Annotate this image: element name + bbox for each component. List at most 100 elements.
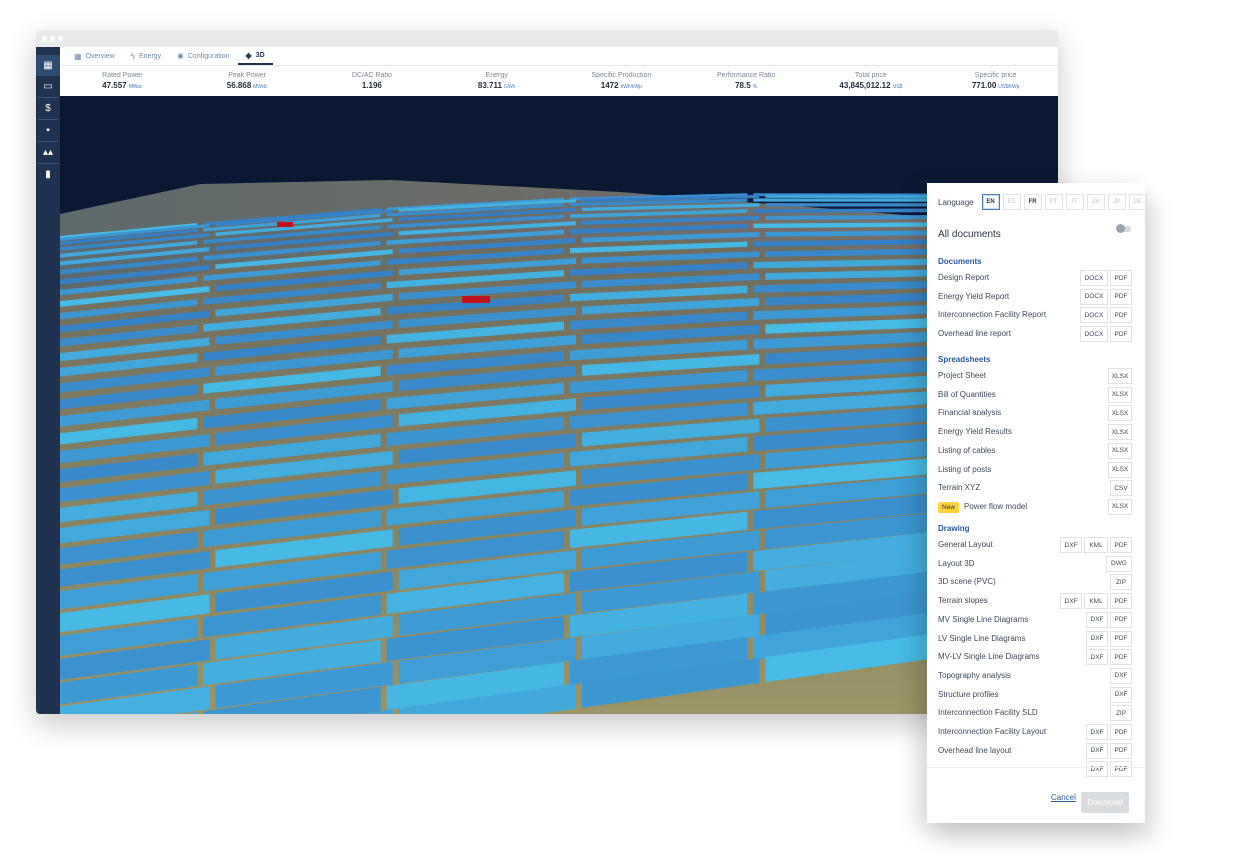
format-button-docx[interactable]: DOCX [1080,307,1108,324]
sidebar-briefcase-icon[interactable]: ▪ [36,120,60,141]
document-row: Interconnection Facility Layout [938,727,1046,736]
format-button-pdf[interactable]: PDF [1110,288,1132,305]
document-name: Listing of posts [938,464,992,474]
document-name: Listing of cables [938,445,996,455]
format-button-pdf[interactable]: PDF [1110,761,1132,778]
metric-label: Energy [485,72,508,79]
format-button-dxf[interactable]: DXF [1086,742,1108,759]
toggle-knob [1116,224,1125,233]
language-option-fr[interactable]: FR [1023,194,1042,210]
language-option-pt[interactable]: PT [1044,194,1063,210]
cube-icon: ◈ [245,50,252,60]
document-row: Listing of posts [938,465,991,474]
tab-configuration[interactable]: ✺ Configuration [169,47,237,65]
pv-plant-3d-scene[interactable] [60,96,1058,714]
sidebar-users-icon[interactable]: ▴▴ [36,142,60,163]
tab-3d[interactable]: ◈ 3D [237,47,273,65]
sidebar-dollar-icon[interactable]: $ [36,98,60,119]
format-button-xlsx[interactable]: XLSX [1108,442,1132,459]
language-option-it[interactable]: IT [1065,194,1084,210]
document-name: MV Single Line Diagrams [938,614,1029,624]
all-documents-toggle[interactable] [1116,224,1131,233]
format-button-kml[interactable]: KML [1084,537,1108,553]
3d-viewport[interactable] [60,96,1058,714]
metric-value: 1472 [600,81,619,90]
language-option-de[interactable]: DE [1128,194,1147,210]
language-option-en[interactable]: EN [981,194,1000,210]
document-row: LV Single Line Diagrams [938,634,1025,643]
format-button-dxf[interactable]: DXF [1086,649,1108,666]
metric-specific-price: Specific price 771.00 US$/kWp [933,66,1058,96]
metric-label: Peak Power [228,72,266,79]
format-button-dxf[interactable]: DXF [1110,667,1132,684]
document-name: Structure profiles [938,689,999,699]
language-option-zh[interactable]: ZH [1086,194,1105,210]
metric-label: Specific price [974,72,1017,79]
format-button-xlsx[interactable]: XLSX [1108,405,1132,422]
format-button-zip[interactable]: ZIP [1110,574,1132,591]
language-option-es[interactable]: ES [1002,194,1021,210]
format-button-pdf[interactable]: PDF [1110,537,1132,553]
format-button-kml[interactable]: KML [1084,593,1108,610]
format-button-zip[interactable]: ZIP [1110,705,1132,722]
metric-total-price: Total price 43,845,012.12 US$ [809,66,934,96]
document-row: Overhead line report [938,329,1011,338]
format-button-pdf[interactable]: PDF [1110,630,1132,647]
format-button-dxf[interactable]: DXF [1086,611,1108,628]
format-button-dxf[interactable]: DXF [1086,761,1108,778]
format-button-pdf[interactable]: PDF [1110,307,1132,324]
pv-table [765,215,943,220]
format-button-xlsx[interactable]: XLSX [1108,386,1132,403]
format-button-dxf[interactable]: DXF [1060,593,1082,610]
format-button-docx[interactable]: DOCX [1080,270,1108,286]
format-button-dwg[interactable]: DWG [1106,555,1132,572]
format-button-pdf[interactable]: PDF [1110,593,1132,610]
format-button-dxf[interactable]: DXF [1110,686,1132,703]
cancel-link[interactable]: Cancel [1051,793,1076,802]
map-icon: ▦ [74,51,82,61]
document-name: MV-LV Single Line Diagrams [938,652,1040,662]
format-button-dxf[interactable]: DXF [1086,630,1108,647]
metric-value: 47.557 [102,81,127,90]
document-row: Layout 3D [938,559,974,568]
document-row: Listing of cables [938,446,995,455]
format-button-dxf[interactable]: DXF [1060,537,1082,553]
document-row: Terrain slopes [938,596,988,605]
export-panel: Language EN ES FR PT IT ZH JP DE All doc… [927,183,1147,823]
format-button-pdf[interactable]: PDF [1110,611,1132,628]
download-button[interactable]: Download [1081,792,1129,813]
metric-value: 1.196 [361,81,382,90]
metric-label: DC/AC Ratio [351,72,392,79]
format-button-pdf[interactable]: PDF [1110,649,1132,666]
format-button-dxf[interactable]: DXF [1086,724,1108,740]
language-label: Language [938,197,974,207]
sidebar-bar-chart-icon[interactable]: ▮ [36,164,60,185]
format-button-xlsx[interactable]: XLSX [1108,461,1132,478]
tab-energy[interactable]: ϟ Energy [123,47,169,65]
format-button-xlsx[interactable]: XLSX [1108,498,1132,515]
format-button-xlsx[interactable]: XLSX [1108,424,1132,441]
sidebar-map-icon[interactable]: ▦ [36,55,60,76]
format-button-csv[interactable]: CSV [1110,480,1132,497]
format-button-pdf[interactable]: PDF [1110,270,1132,286]
document-row: Terrain XYZ [938,483,980,492]
format-button-pdf[interactable]: PDF [1110,742,1132,759]
format-button-xlsx[interactable]: XLSX [1108,368,1132,384]
tab-overview[interactable]: ▦ Overview [66,47,123,65]
metric-label: Total price [854,72,887,79]
document-row: New Power flow model [938,501,1027,513]
document-name: Financial analysis [938,408,1002,418]
sidebar-monitor-icon[interactable]: ▭ [36,76,60,97]
metric-rated-power: Rated Power 47.557 MWac [60,66,185,96]
language-option-jp[interactable]: JP [1107,194,1126,210]
format-button-pdf[interactable]: PDF [1110,724,1132,740]
metric-value: 78.5 [735,81,751,90]
document-name: Terrain XYZ [938,483,981,493]
format-button-docx[interactable]: DOCX [1080,288,1108,305]
pv-table [765,203,943,207]
sidebar: ▦ ▭ $ ▪ ▴▴ ▮ [36,47,60,714]
format-button-pdf[interactable]: PDF [1110,326,1132,343]
window-dot-icon [42,36,47,41]
window-dot-icon [50,36,55,41]
format-button-docx[interactable]: DOCX [1080,326,1108,343]
